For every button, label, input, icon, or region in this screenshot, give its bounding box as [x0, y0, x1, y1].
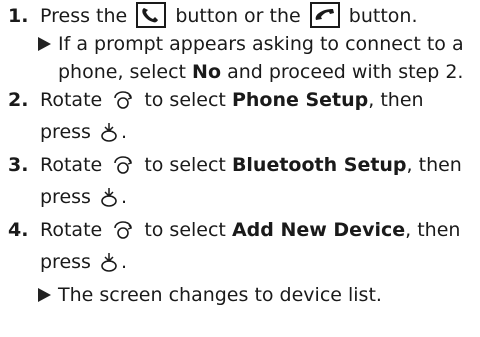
note-text: The screen changes to device list. [58, 284, 382, 306]
interface-dial-press-icon [99, 251, 119, 281]
arrow-right-icon [38, 37, 51, 51]
interface-dial-rotate-icon [112, 155, 134, 183]
step-text: button or the [175, 5, 301, 27]
arrow-right-icon [38, 288, 51, 302]
interface-dial-press-icon [99, 186, 119, 216]
instruction-list: 1. Press the button or the button. If a … [0, 0, 480, 309]
interface-dial-press-icon [99, 121, 119, 151]
step-text: . [121, 121, 128, 143]
step-4: 4. Rotate to select Add New Device, then… [0, 216, 480, 281]
step-text: Rotate [40, 219, 103, 241]
phone-pickup-icon [136, 2, 167, 28]
step-text: . [121, 186, 128, 208]
menu-item-name: Add New Device [231, 219, 406, 241]
step-number: 2. [8, 89, 29, 111]
step-2: 2. Rotate to select Phone Setup, then pr… [0, 86, 480, 151]
interface-dial-rotate-icon [112, 90, 134, 118]
step-4-note: The screen changes to device list. [0, 281, 480, 309]
note-bold: No [192, 61, 222, 83]
step-number: 1. [8, 5, 29, 27]
phone-hangup-icon [309, 2, 340, 28]
step-1-note: If a prompt appears asking to connect to… [0, 30, 480, 86]
menu-item-name: Phone Setup [231, 89, 369, 111]
step-text: to select [144, 89, 226, 111]
step-text: Press the [40, 5, 128, 27]
interface-dial-rotate-icon [112, 220, 134, 248]
step-text: Rotate [40, 154, 103, 176]
step-1: 1. Press the button or the button. [0, 2, 480, 30]
note-text: and proceed with step 2. [227, 61, 464, 83]
step-3: 3. Rotate to select Bluetooth Setup, the… [0, 151, 480, 216]
step-text: . [121, 251, 128, 273]
step-text: to select [144, 154, 226, 176]
step-text: to select [144, 219, 226, 241]
menu-item-name: Bluetooth Setup [231, 154, 407, 176]
step-number: 4. [8, 219, 29, 241]
step-number: 3. [8, 154, 29, 176]
step-text: Rotate [40, 89, 103, 111]
step-text: button. [348, 5, 418, 27]
